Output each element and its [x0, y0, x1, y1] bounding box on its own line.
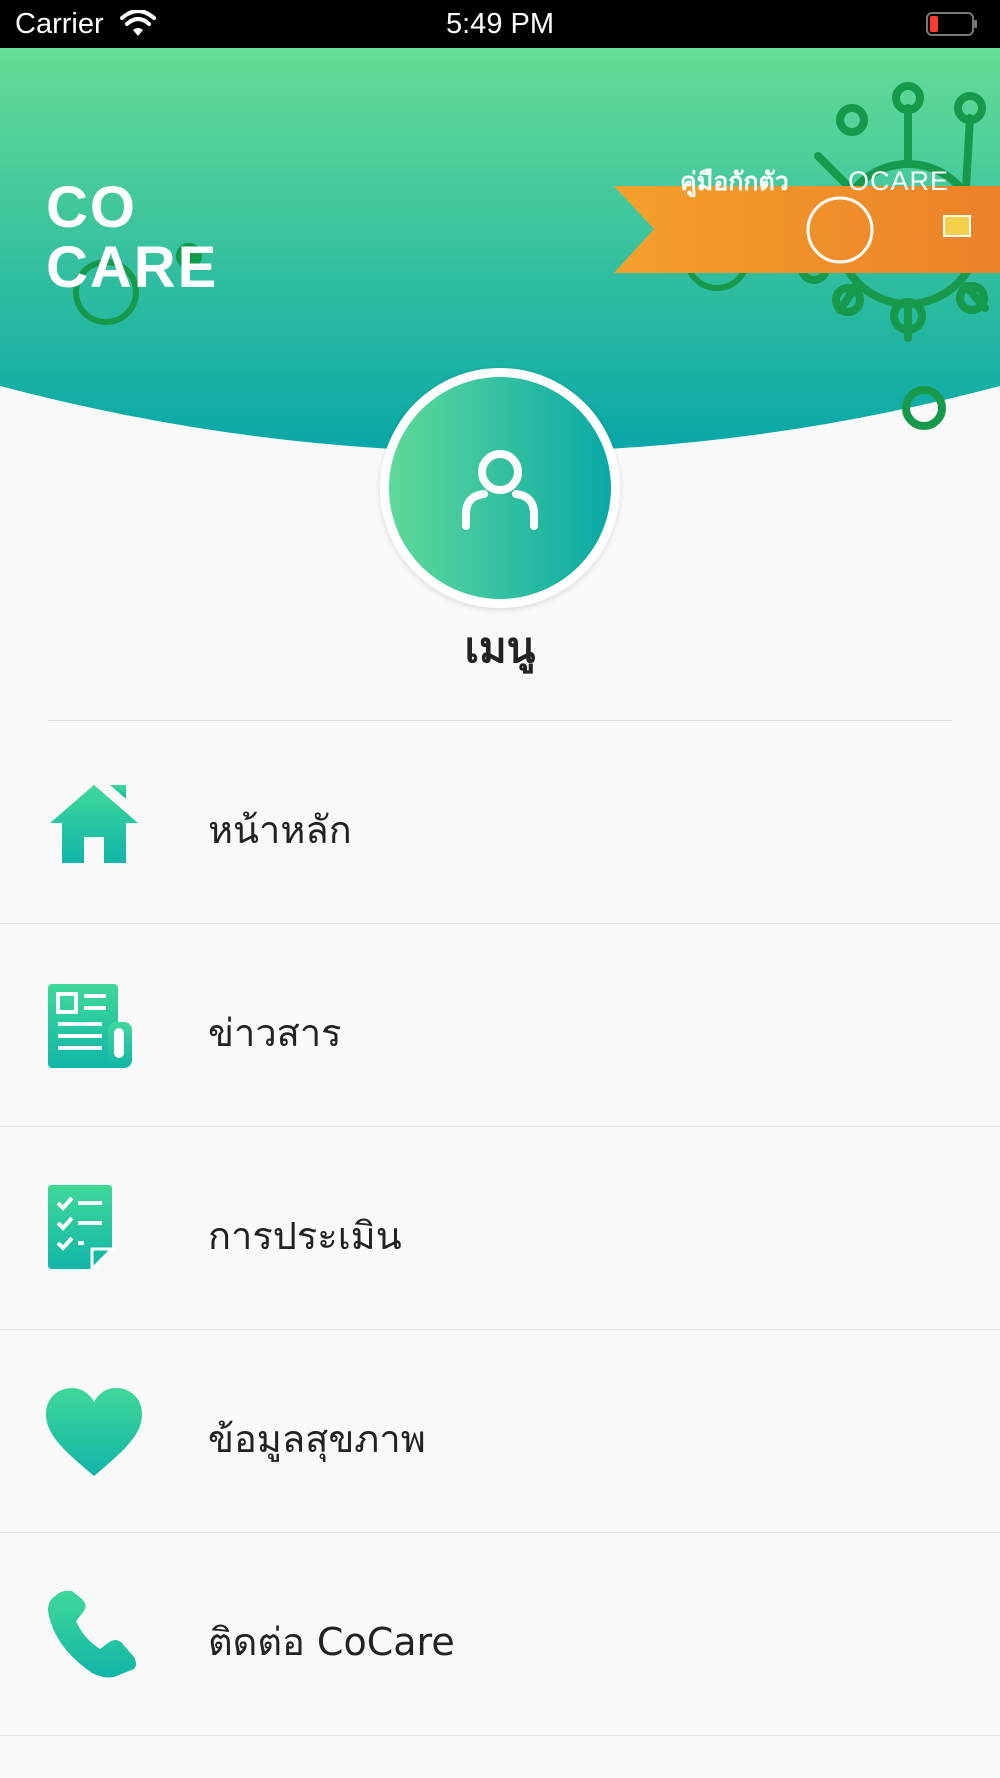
home-icon	[50, 785, 138, 863]
logo-line-2: CARE	[46, 235, 219, 300]
battery-low-icon	[926, 12, 977, 36]
menu-item-label: ข้อมูลสุขภาพ	[208, 1417, 426, 1461]
cocare-logo: CO CARE	[46, 178, 218, 298]
phone-icon	[48, 1591, 136, 1678]
newspaper-icon	[48, 984, 132, 1068]
menu-item-news[interactable]: ข่าวสาร	[0, 924, 1000, 1127]
checklist-icon	[48, 1185, 116, 1273]
banner-brand: OCARE	[848, 166, 950, 196]
user-icon	[462, 450, 538, 530]
avatar-circle	[389, 377, 611, 599]
avatar[interactable]	[380, 368, 620, 608]
menu-item-label: ติดต่อ CoCare	[208, 1620, 455, 1664]
menu-title: เมนู	[464, 623, 536, 672]
menu-item-label: การประเมิน	[208, 1214, 402, 1258]
status-bar: Carrier 5:49 PM	[0, 0, 1000, 48]
heart-icon	[46, 1388, 142, 1476]
menu-item-assessment[interactable]: การประเมิน	[0, 1127, 1000, 1330]
menu-item-label: หน้าหลัก	[208, 808, 352, 852]
menu-list: หน้าหลัก ข่าวสาร การประเมิน ข้อมูลสุขภาพ…	[0, 721, 1000, 1736]
menu-item-home[interactable]: หน้าหลัก	[0, 721, 1000, 924]
status-time: 5:49 PM	[446, 8, 554, 40]
menu-item-label: ข่าวสาร	[208, 1011, 342, 1055]
menu-item-contact[interactable]: ติดต่อ CoCare	[0, 1533, 1000, 1736]
quarantine-guide-banner[interactable]	[614, 186, 1000, 273]
logo-line-1: CO	[46, 175, 137, 240]
menu-item-health-data[interactable]: ข้อมูลสุขภาพ	[0, 1330, 1000, 1533]
banner-text: คู่มือกักตัว	[680, 167, 789, 196]
